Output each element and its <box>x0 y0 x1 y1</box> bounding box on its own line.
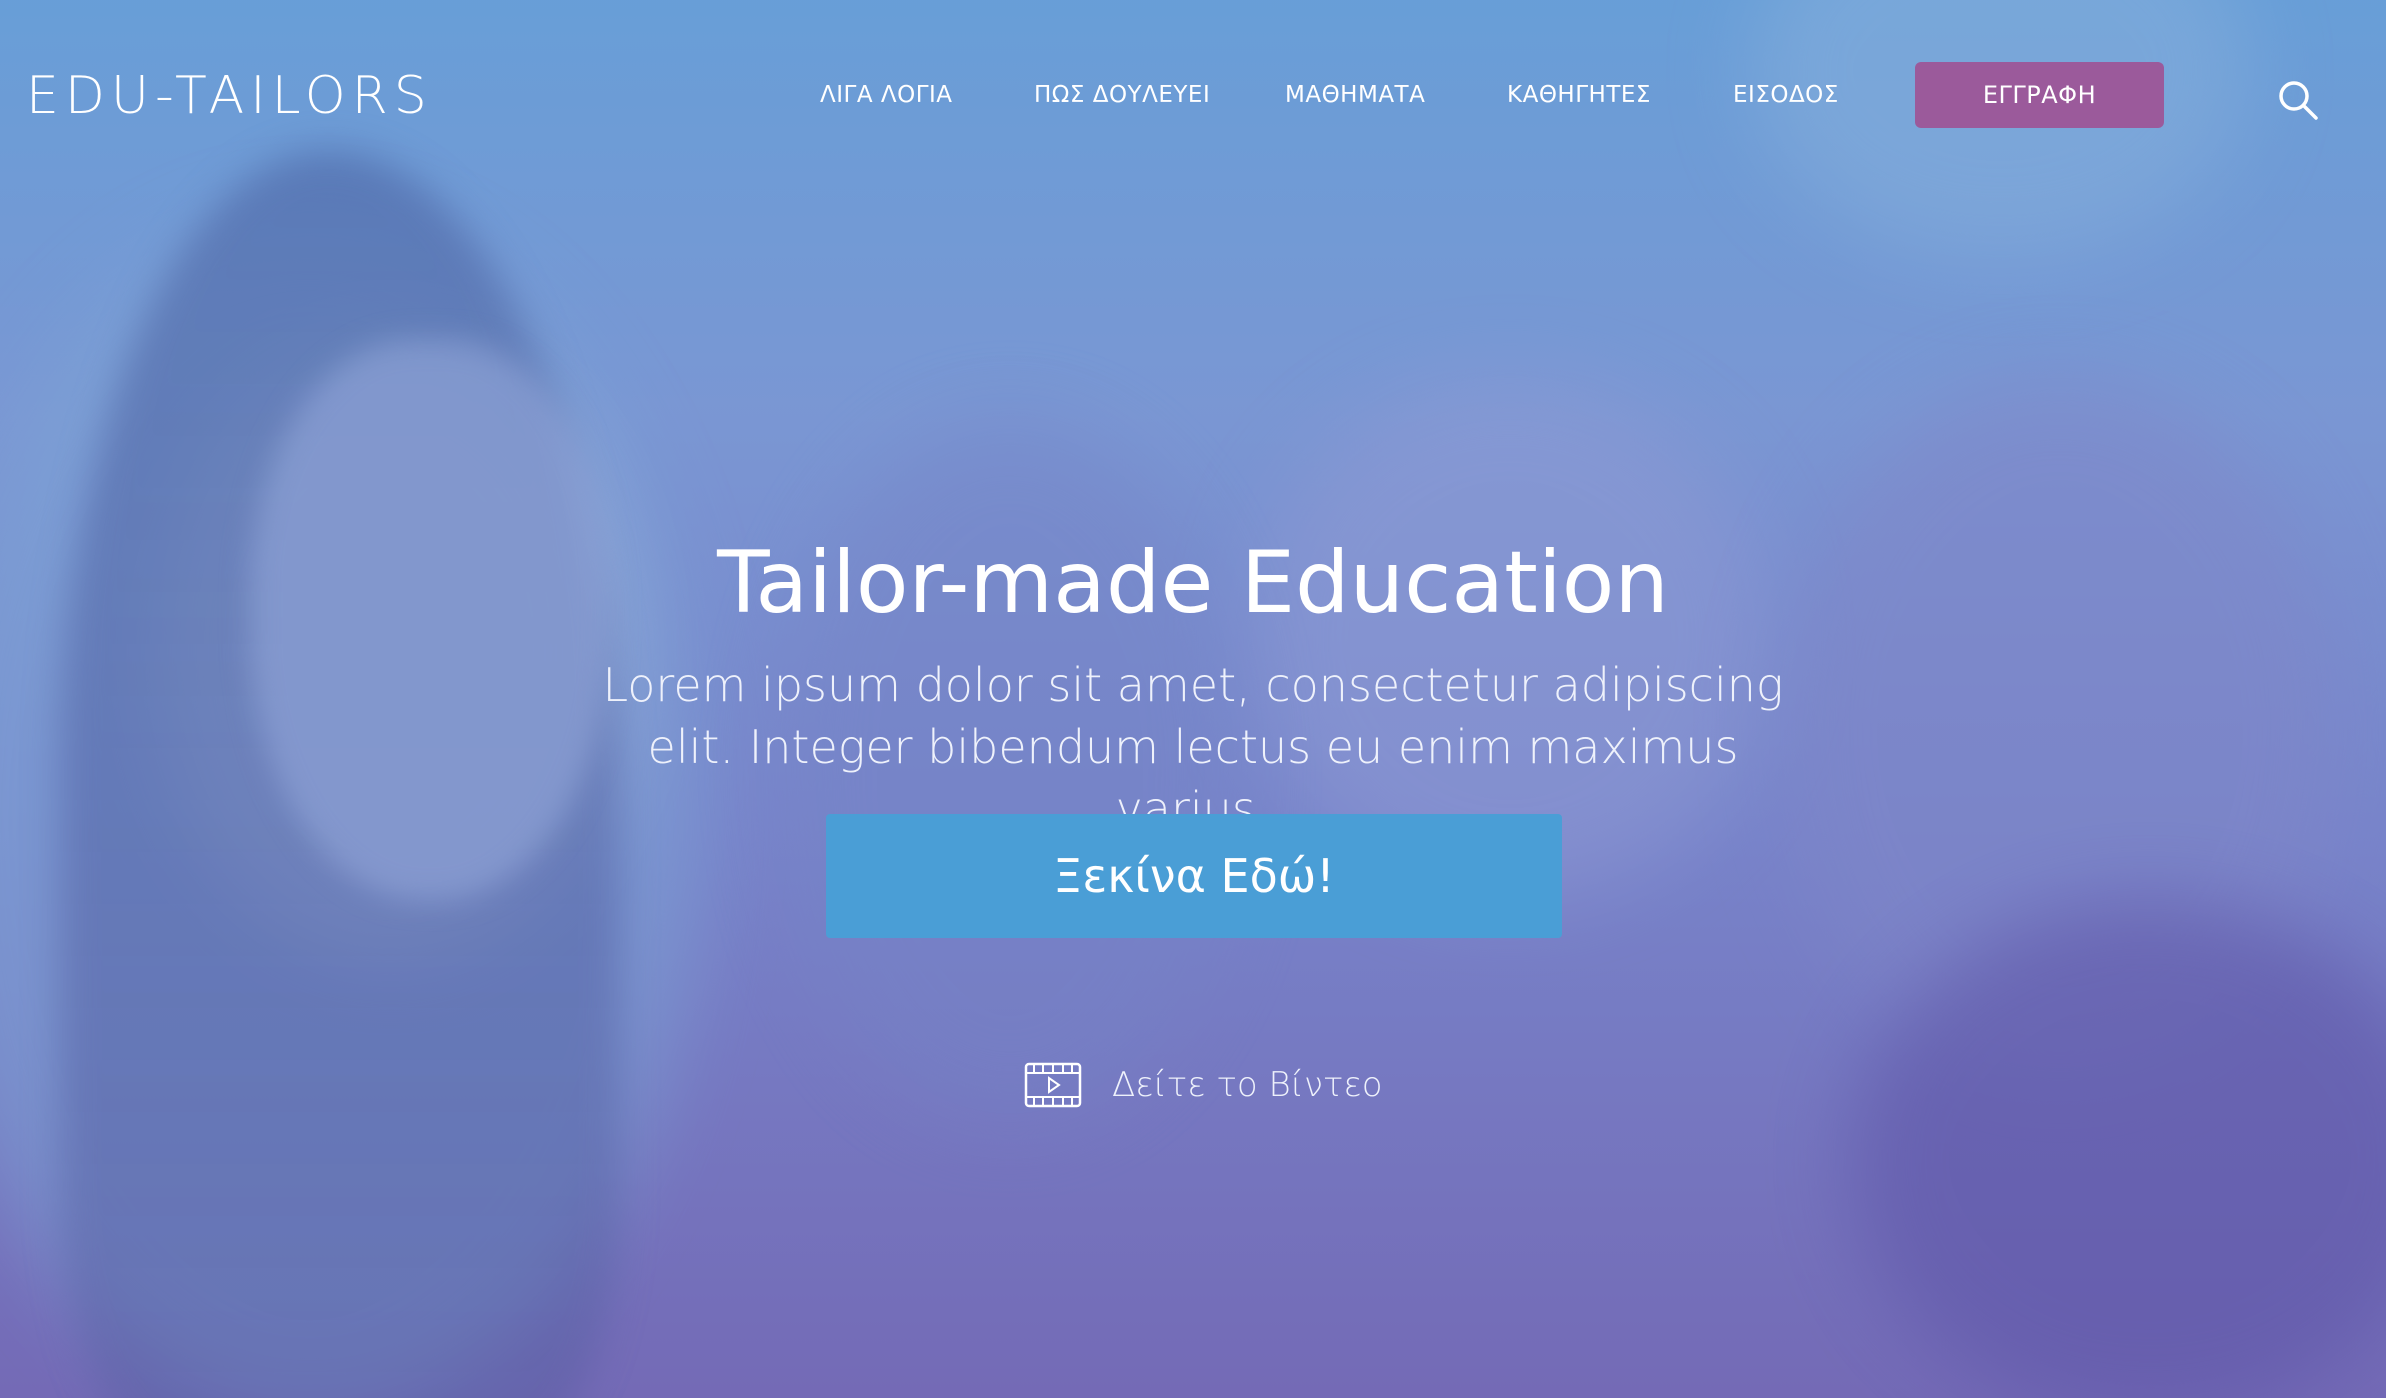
watch-video-link[interactable]: Δείτε το Βίντεο <box>1024 1062 1383 1108</box>
register-button[interactable]: ΕΓΓΡΑΦΗ <box>1915 62 2164 128</box>
nav-link-about[interactable]: ΛΙΓΑ ΛΟΓΙΑ <box>820 78 953 112</box>
nav-link-login[interactable]: ΕΙΣΟΔΟΣ <box>1733 78 1839 112</box>
search-icon[interactable] <box>2276 78 2320 122</box>
search-icon-graphic <box>2279 81 2318 120</box>
hero-title: Tailor-made Education <box>717 532 1669 633</box>
watch-video-label: Δείτε το Βίντεο <box>1112 1065 1383 1105</box>
nav-link-teachers[interactable]: ΚΑΘΗΓΗΤΕΣ <box>1507 78 1651 112</box>
top-navbar: EDU-TAILORS ΛΙΓΑ ΛΟΓΙΑ ΠΩΣ ΔΟΥΛΕΥΕΙ ΜΑΘΗ… <box>0 0 2386 190</box>
start-here-button[interactable]: Ξεκίνα Εδώ! <box>826 814 1562 938</box>
nav-link-courses[interactable]: ΜΑΘΗΜΑΤΑ <box>1285 78 1425 112</box>
hero-subtitle: Lorem ipsum dolor sit amet, consectetur … <box>602 658 1784 836</box>
film-play-icon <box>1024 1062 1082 1108</box>
site-logo[interactable]: EDU-TAILORS <box>26 66 433 126</box>
hero-section: EDU-TAILORS ΛΙΓΑ ΛΟΓΙΑ ΠΩΣ ΔΟΥΛΕΥΕΙ ΜΑΘΗ… <box>0 0 2386 1398</box>
nav-link-how-it-works[interactable]: ΠΩΣ ΔΟΥΛΕΥΕΙ <box>1034 78 1210 112</box>
